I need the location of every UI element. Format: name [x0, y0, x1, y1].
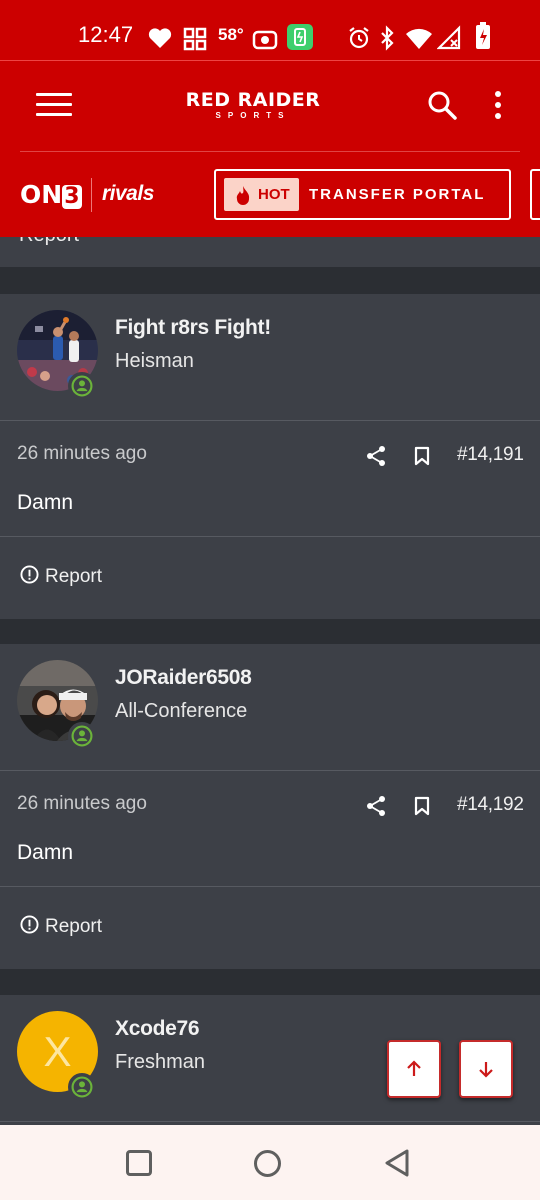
bluetooth-icon [381, 25, 394, 51]
recents-icon[interactable] [126, 1150, 152, 1176]
post-number[interactable]: #14,191 [457, 444, 524, 466]
post-body: Damn [17, 841, 74, 864]
author-name[interactable]: Fight r8rs Fight! [115, 316, 271, 340]
signal-icon [437, 25, 461, 50]
sub-nav: ON3 rivals HOT TRANSFER PORTAL [0, 152, 540, 237]
report-label: Report [45, 916, 103, 937]
grid-icon [183, 27, 207, 51]
report-label: Report [45, 566, 103, 587]
post-author-row: Fight r8rs Fight! Heisman [0, 294, 540, 421]
author-rank: All-Conference [115, 700, 248, 722]
report-button[interactable]: Report [20, 565, 102, 588]
partial-report-link[interactable]: Report [19, 237, 79, 247]
post-body: Damn [17, 491, 74, 514]
wifi-icon [406, 28, 432, 49]
home-icon[interactable] [254, 1150, 281, 1177]
flame-icon [236, 186, 250, 205]
transfer-portal-button[interactable]: HOT TRANSFER PORTAL [214, 169, 511, 220]
battery-charging-icon [476, 22, 490, 49]
post-author-row: JORaider6508 All-Conference [0, 644, 540, 771]
post-footer: Report [0, 537, 540, 619]
battery-saver-icon [287, 24, 313, 50]
thread-feed[interactable]: Report Fight r8rs F [0, 237, 540, 1125]
share-icon[interactable] [366, 795, 386, 817]
post-time: 26 minutes ago [17, 443, 147, 464]
more-vertical-icon[interactable] [492, 91, 504, 121]
user-status-icon [68, 722, 96, 750]
brand-logo[interactable]: RED RAIDER SPORTS [180, 89, 326, 125]
alarm-icon [349, 27, 369, 49]
back-icon[interactable] [383, 1148, 411, 1178]
alert-circle-icon [20, 565, 39, 584]
author-rank: Freshman [115, 1051, 206, 1073]
user-status-icon [68, 372, 96, 400]
search-icon[interactable] [426, 89, 458, 121]
post-card: Fight r8rs Fight! Heisman 26 minutes ago… [0, 294, 540, 619]
alert-circle-icon [20, 915, 39, 934]
post-card: JORaider6508 All-Conference 26 minutes a… [0, 644, 540, 969]
rivals-logo[interactable]: rivals [102, 182, 154, 206]
post-time: 26 minutes ago [17, 793, 147, 814]
partial-post: Report [0, 237, 540, 267]
share-icon[interactable] [366, 445, 386, 467]
status-bar: 12:47 58° [0, 0, 540, 60]
hotspot-icon [252, 30, 278, 50]
hot-label: HOT [258, 186, 290, 203]
heart-icon [148, 28, 172, 48]
bookmark-icon[interactable] [414, 796, 430, 816]
post-number[interactable]: #14,192 [457, 794, 524, 816]
report-button[interactable]: Report [20, 915, 102, 938]
post-content: 26 minutes ago #14,192 Damn [0, 771, 540, 887]
author-rank: Heisman [115, 350, 194, 372]
menu-icon[interactable] [36, 93, 72, 119]
arrow-down-icon [479, 1062, 493, 1078]
post-footer: Report [0, 887, 540, 969]
scroll-up-button[interactable] [387, 1040, 441, 1098]
hot-badge: HOT [224, 178, 299, 211]
logo-separator [91, 178, 92, 212]
post-content: 26 minutes ago #14,191 Damn [0, 421, 540, 537]
transfer-portal-label: TRANSFER PORTAL [309, 186, 486, 203]
brand-title: RED RAIDER [185, 89, 321, 111]
brand-subtitle: SPORTS [215, 111, 291, 120]
status-temperature: 58° [218, 25, 244, 44]
author-name[interactable]: Xcode76 [115, 1017, 200, 1041]
status-time: 12:47 [78, 22, 134, 47]
user-status-icon [68, 1073, 96, 1101]
next-nav-button[interactable] [530, 169, 540, 220]
scroll-down-button[interactable] [459, 1040, 513, 1098]
bookmark-icon[interactable] [414, 446, 430, 466]
author-name[interactable]: JORaider6508 [115, 666, 252, 690]
arrow-up-icon [407, 1060, 421, 1076]
on3-prefix: ON [20, 180, 63, 209]
on3-number: 3 [62, 184, 82, 209]
on3-logo[interactable]: ON3 [20, 180, 82, 209]
system-nav-bar [0, 1125, 540, 1200]
app-header: RED RAIDER SPORTS [0, 60, 540, 152]
